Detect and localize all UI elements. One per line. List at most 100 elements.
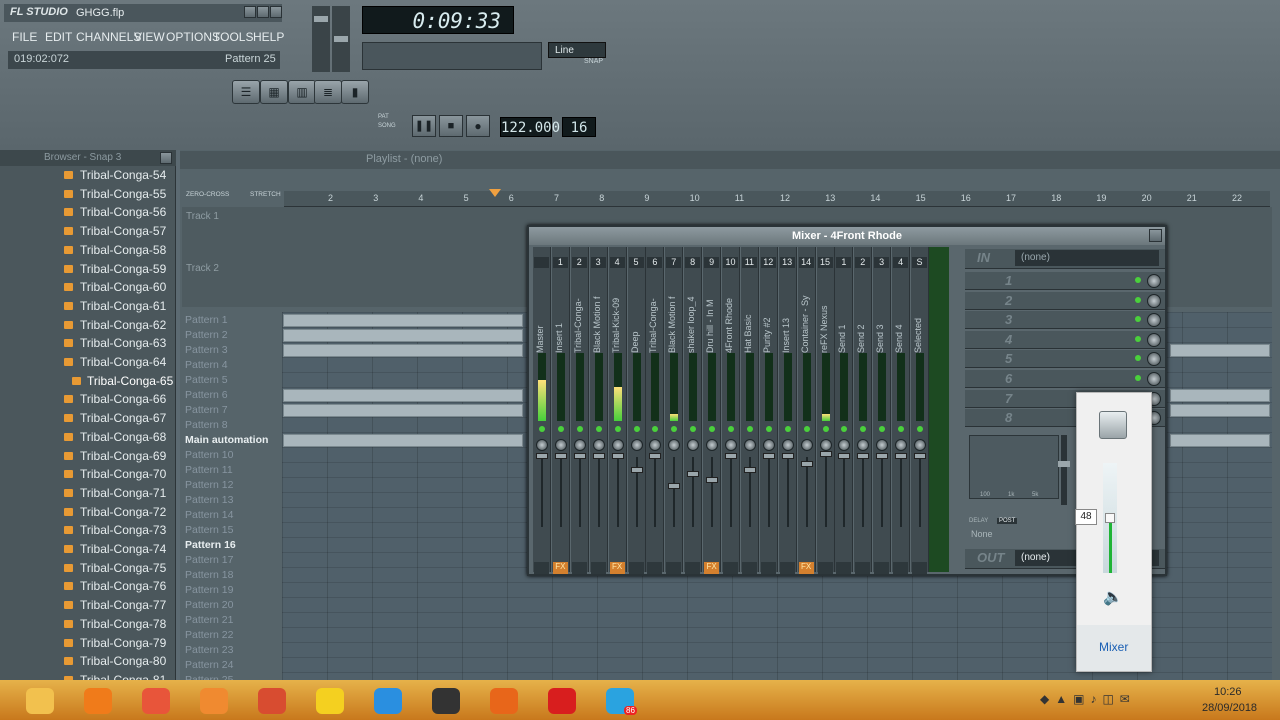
- pattern-row-label[interactable]: Pattern 21: [182, 613, 280, 628]
- fx-indicator[interactable]: [779, 562, 795, 574]
- pan-knob[interactable]: [914, 439, 926, 451]
- browser-item[interactable]: Tribal-Conga-75: [0, 559, 176, 578]
- volume-fader[interactable]: [730, 457, 732, 527]
- pan-knob[interactable]: [554, 439, 567, 451]
- fx-slot[interactable]: 5: [965, 350, 1165, 369]
- playhead-marker[interactable]: [489, 189, 501, 197]
- strip-enable-led[interactable]: [784, 426, 791, 432]
- menu-options[interactable]: OPTIONS: [166, 27, 220, 47]
- mixer-strip[interactable]: 3 Black Motion f: [589, 247, 608, 574]
- volume-fader[interactable]: [919, 457, 921, 527]
- pattern-row-label[interactable]: Pattern 13: [182, 493, 280, 508]
- strip-enable-led[interactable]: [765, 426, 772, 432]
- internet-explorer-icon[interactable]: [366, 684, 410, 718]
- mixer-strip[interactable]: 4 Tribal-Kick-09 FX: [608, 247, 627, 574]
- strip-enable-led[interactable]: [898, 426, 905, 432]
- strip-enable-led[interactable]: [728, 426, 734, 432]
- fader-cap[interactable]: [838, 453, 851, 459]
- pan-knob[interactable]: [649, 439, 662, 451]
- browser-item[interactable]: Tribal-Conga-73: [0, 521, 176, 540]
- fx-slot-led[interactable]: [1135, 375, 1141, 381]
- volume-fader[interactable]: [786, 457, 789, 527]
- pattern-row-label[interactable]: Pattern 2: [182, 328, 280, 343]
- mixer-window-icon[interactable]: ▮: [341, 80, 369, 104]
- fader-cap[interactable]: [876, 453, 889, 459]
- menu-file[interactable]: FILE: [12, 27, 37, 47]
- volume-fader[interactable]: [824, 457, 827, 527]
- menu-help[interactable]: HELP: [253, 27, 284, 47]
- mixer-strip[interactable]: 2 Tribal-Conga-: [570, 247, 589, 574]
- pan-knob[interactable]: [857, 439, 870, 451]
- pan-knob[interactable]: [781, 439, 794, 451]
- volume-fader[interactable]: [597, 457, 600, 527]
- menu-view[interactable]: VIEW: [134, 27, 165, 47]
- volume-fader[interactable]: [711, 457, 714, 527]
- fx-indicator[interactable]: [628, 562, 644, 574]
- fader-cap[interactable]: [857, 453, 870, 459]
- strip-enable-led[interactable]: [652, 426, 659, 432]
- volume-fader[interactable]: [541, 457, 543, 527]
- pattern-clip[interactable]: [1170, 434, 1270, 447]
- pan-knob[interactable]: [592, 439, 605, 451]
- browser-item[interactable]: Tribal-Conga-57: [0, 222, 176, 241]
- fx-indicator[interactable]: [590, 562, 606, 574]
- recording-toolbar[interactable]: [362, 42, 542, 70]
- delay-value[interactable]: None: [971, 529, 993, 539]
- fader-cap[interactable]: [668, 483, 681, 489]
- fader-cap[interactable]: [762, 453, 775, 459]
- system-tray[interactable]: ◆▲▣♪◫✉: [1040, 692, 1190, 708]
- browser-close-icon[interactable]: [160, 152, 172, 164]
- strip-enable-led[interactable]: [539, 426, 545, 432]
- volume-fader[interactable]: [654, 457, 657, 527]
- fader-cap[interactable]: [819, 451, 832, 457]
- volume-fader[interactable]: [692, 457, 695, 527]
- pan-knob[interactable]: [895, 439, 908, 451]
- mixer-strip[interactable]: 9 Dru hill - In M FX: [703, 247, 722, 574]
- pattern-row-label[interactable]: Pattern 17: [182, 553, 280, 568]
- file-explorer-icon[interactable]: [18, 684, 62, 718]
- timeline-ruler[interactable]: 2 3 4 5 6 7 8 9 10 11 12 13 14 15 16 17 18 19 20 21 22: [284, 191, 1270, 207]
- pan-knob[interactable]: [819, 439, 832, 451]
- browser-item[interactable]: Tribal-Conga-58: [0, 241, 176, 260]
- piano-roll-icon[interactable]: ▥: [288, 80, 316, 104]
- media-app-icon[interactable]: [250, 684, 294, 718]
- strip-enable-led[interactable]: [576, 426, 583, 432]
- pattern-row-label[interactable]: Pattern 7: [182, 403, 280, 418]
- fx-indicator[interactable]: [666, 562, 682, 574]
- pattern-row-label[interactable]: Pattern 22: [182, 628, 280, 643]
- restore-icon[interactable]: [257, 6, 269, 18]
- norton-icon[interactable]: [308, 684, 352, 718]
- fx-indicator[interactable]: FX: [552, 562, 568, 574]
- fx-slot[interactable]: 3: [965, 311, 1165, 330]
- fader-cap[interactable]: [914, 453, 926, 459]
- vlc-icon[interactable]: [76, 684, 120, 718]
- pattern-clip[interactable]: [283, 389, 523, 402]
- fx-slot-led[interactable]: [1135, 277, 1141, 283]
- pattern-row-label[interactable]: Pattern 8: [182, 418, 280, 433]
- browser-item[interactable]: Tribal-Conga-67: [0, 409, 176, 428]
- pattern-clip[interactable]: [283, 344, 523, 357]
- fx-indicator[interactable]: [534, 562, 549, 574]
- fader-cap[interactable]: [781, 453, 794, 459]
- mixer-strip[interactable]: 6 Tribal-Conga-: [646, 247, 665, 574]
- pattern-row-label[interactable]: Pattern 20: [182, 598, 280, 613]
- pan-knob[interactable]: [838, 439, 851, 451]
- zero-cross-toggle[interactable]: ZERO-CROSS: [186, 191, 229, 198]
- fx-slot-mix-knob[interactable]: [1147, 293, 1161, 308]
- mixer-strip[interactable]: 2 Send 2: [854, 247, 873, 574]
- master-volume-slider[interactable]: [312, 6, 330, 72]
- fx-slot-mix-knob[interactable]: [1147, 332, 1161, 347]
- play-pause-button[interactable]: ❚❚: [412, 115, 436, 137]
- pattern-row-label[interactable]: Main automation: [182, 433, 280, 448]
- pan-knob[interactable]: [876, 439, 889, 451]
- telegram-icon[interactable]: 86: [598, 684, 642, 718]
- opera-icon[interactable]: [540, 684, 584, 718]
- fx-indicator[interactable]: [855, 562, 871, 574]
- browser-item[interactable]: Tribal-Conga-81: [0, 671, 176, 680]
- stop-button[interactable]: ■: [439, 115, 463, 137]
- strip-enable-led[interactable]: [841, 426, 848, 432]
- fx-slot[interactable]: 1: [965, 272, 1165, 290]
- browser-item[interactable]: Tribal-Conga-54: [0, 166, 176, 185]
- strip-enable-led[interactable]: [633, 426, 640, 432]
- playlist-window-icon[interactable]: ☰: [232, 80, 260, 104]
